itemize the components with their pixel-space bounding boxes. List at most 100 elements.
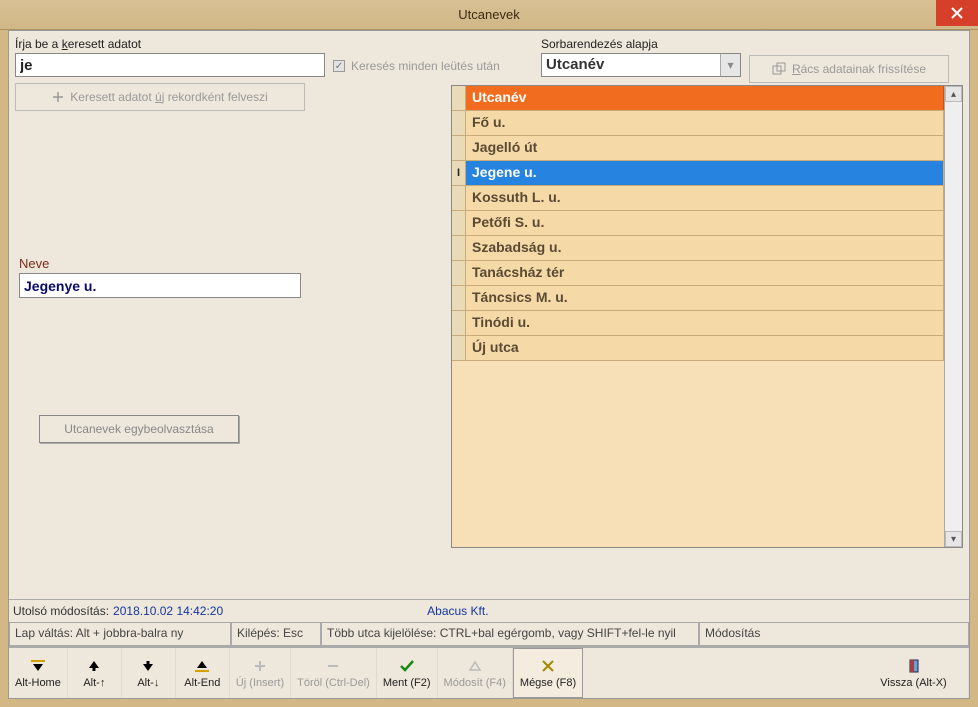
content-panel: Írja be a keresett adatot Keresett adato…	[8, 30, 970, 699]
grid-cell: Jegene u.	[466, 161, 944, 185]
table-row[interactable]: Kossuth L. u.	[452, 186, 944, 211]
data-grid: UtcanévFő u.Jagelló útJegene u.Kossuth L…	[451, 85, 963, 548]
table-row[interactable]: Új utca	[452, 336, 944, 361]
save-button[interactable]: Ment (F2)	[377, 648, 438, 698]
hint-multiselect: Több utca kijelölése: CTRL+bal egérgomb,…	[321, 623, 699, 646]
close-button[interactable]	[936, 0, 978, 26]
grid-gutter	[452, 161, 466, 185]
sort-value: Utcanév	[542, 54, 720, 76]
alt-end-button[interactable]: Alt-End	[176, 648, 230, 698]
grid-cell: Táncsics M. u.	[466, 286, 944, 310]
last-modified-label: Utolsó módosítás:	[13, 604, 109, 618]
last-modified-value: 2018.10.02 14:42:20	[113, 604, 223, 618]
scroll-up-icon[interactable]: ▴	[945, 86, 962, 102]
grid-gutter	[452, 261, 466, 285]
plus-icon	[52, 91, 64, 103]
sort-label: Sorbarendezés alapja	[541, 37, 741, 51]
merge-streetnames-button[interactable]: Utcanevek egybeolvasztása	[39, 415, 239, 443]
chevron-down-icon: ▾	[720, 54, 740, 76]
grid-cell: Új utca	[466, 336, 944, 360]
toolbar: Alt-Home Alt-↑ Alt-↓ Alt-End Új (Insert)…	[9, 647, 969, 698]
neve-block: Neve	[19, 256, 301, 298]
arrow-down-icon	[141, 657, 155, 675]
cancel-label: Mégse (F8)	[520, 677, 576, 689]
toolbar-spacer	[583, 648, 859, 698]
go-first-icon	[29, 657, 47, 675]
search-input[interactable]	[15, 53, 325, 77]
grid-cell: Tinódi u.	[466, 311, 944, 335]
go-last-icon	[193, 657, 211, 675]
table-row[interactable]: Jegene u.	[452, 161, 944, 186]
save-label: Ment (F2)	[383, 677, 431, 689]
arrow-up-icon	[87, 657, 101, 675]
add-as-new-record-button[interactable]: Keresett adatot új rekordként felveszi	[15, 83, 305, 111]
table-row[interactable]: Tinódi u.	[452, 311, 944, 336]
alt-end-label: Alt-End	[184, 677, 220, 689]
grid-scrollbar[interactable]: ▴ ▾	[944, 86, 962, 547]
grid-gutter	[452, 86, 466, 110]
scroll-down-icon[interactable]: ▾	[945, 531, 962, 547]
modify-label: Módosít (F4)	[444, 677, 506, 689]
alt-down-button[interactable]: Alt-↓	[122, 648, 176, 698]
new-button: Új (Insert)	[230, 648, 291, 698]
status-bar-2: Lap váltás: Alt + jobbra-balra ny Kilépé…	[9, 623, 969, 647]
back-label: Vissza (Alt-X)	[880, 677, 946, 689]
refresh-grid-button[interactable]: Rács adatainak frissítése	[749, 55, 949, 83]
alt-home-label: Alt-Home	[15, 677, 61, 689]
plus-icon	[253, 657, 267, 675]
check-icon	[399, 657, 415, 675]
grid-gutter	[452, 236, 466, 260]
grid-gutter	[452, 211, 466, 235]
back-button[interactable]: Vissza (Alt-X)	[859, 648, 969, 698]
grid-body: UtcanévFő u.Jagelló útJegene u.Kossuth L…	[452, 86, 944, 547]
minus-icon	[326, 657, 340, 675]
table-row[interactable]: Szabadság u.	[452, 236, 944, 261]
refresh-column: Rács adatainak frissítése	[749, 37, 963, 83]
table-row[interactable]: Petőfi S. u.	[452, 211, 944, 236]
refresh-icon	[772, 62, 786, 76]
search-label: Írja be a keresett adatot	[15, 37, 325, 51]
delete-button: Töröl (Ctrl-Del)	[291, 648, 377, 698]
search-every-keystroke-checkbox[interactable]: ✓	[333, 60, 345, 72]
hint-pageswitch: Lap váltás: Alt + jobbra-balra ny	[9, 623, 231, 646]
neve-input[interactable]	[19, 273, 301, 298]
grid-header-row[interactable]: Utcanév	[452, 86, 944, 111]
add-record-label: Keresett adatot új rekordként felveszi	[70, 90, 267, 104]
grid-header-cell[interactable]: Utcanév	[466, 86, 944, 110]
search-column: Írja be a keresett adatot Keresett adato…	[15, 37, 325, 111]
table-row[interactable]: Fő u.	[452, 111, 944, 136]
table-row[interactable]: Tanácsház tér	[452, 261, 944, 286]
modify-button: Módosít (F4)	[438, 648, 513, 698]
sort-column: Sorbarendezés alapja Utcanév ▾	[541, 37, 741, 77]
delete-label: Töröl (Ctrl-Del)	[297, 677, 370, 689]
window-title: Utcanevek	[458, 7, 519, 22]
sort-combobox[interactable]: Utcanév ▾	[541, 53, 741, 77]
alt-home-button[interactable]: Alt-Home	[9, 648, 68, 698]
door-exit-icon	[906, 657, 922, 675]
titlebar: Utcanevek	[0, 0, 978, 30]
grid-gutter	[452, 336, 466, 360]
grid-cell: Tanácsház tér	[466, 261, 944, 285]
table-row[interactable]: Táncsics M. u.	[452, 286, 944, 311]
triangle-up-icon	[468, 657, 482, 675]
close-icon	[951, 7, 963, 19]
hint-mode: Módosítás	[699, 623, 969, 646]
table-row[interactable]: Jagelló út	[452, 136, 944, 161]
grid-gutter	[452, 136, 466, 160]
cancel-button[interactable]: Mégse (F8)	[513, 648, 583, 698]
grid-cell: Petőfi S. u.	[466, 211, 944, 235]
neve-label: Neve	[19, 256, 301, 271]
grid-gutter	[452, 111, 466, 135]
grid-cell: Szabadság u.	[466, 236, 944, 260]
merge-label: Utcanevek egybeolvasztása	[64, 422, 213, 436]
grid-cell: Kossuth L. u.	[466, 186, 944, 210]
alt-up-button[interactable]: Alt-↑	[68, 648, 122, 698]
grid-gutter	[452, 311, 466, 335]
status-area: Utolsó módosítás: 2018.10.02 14:42:20 Ab…	[9, 599, 969, 647]
hint-exit: Kilépés: Esc	[231, 623, 321, 646]
new-label: Új (Insert)	[236, 677, 284, 689]
status-bar-1: Utolsó módosítás: 2018.10.02 14:42:20 Ab…	[9, 599, 969, 623]
alt-down-label: Alt-↓	[137, 677, 159, 689]
grid-cell: Jagelló út	[466, 136, 944, 160]
x-icon	[541, 657, 555, 675]
